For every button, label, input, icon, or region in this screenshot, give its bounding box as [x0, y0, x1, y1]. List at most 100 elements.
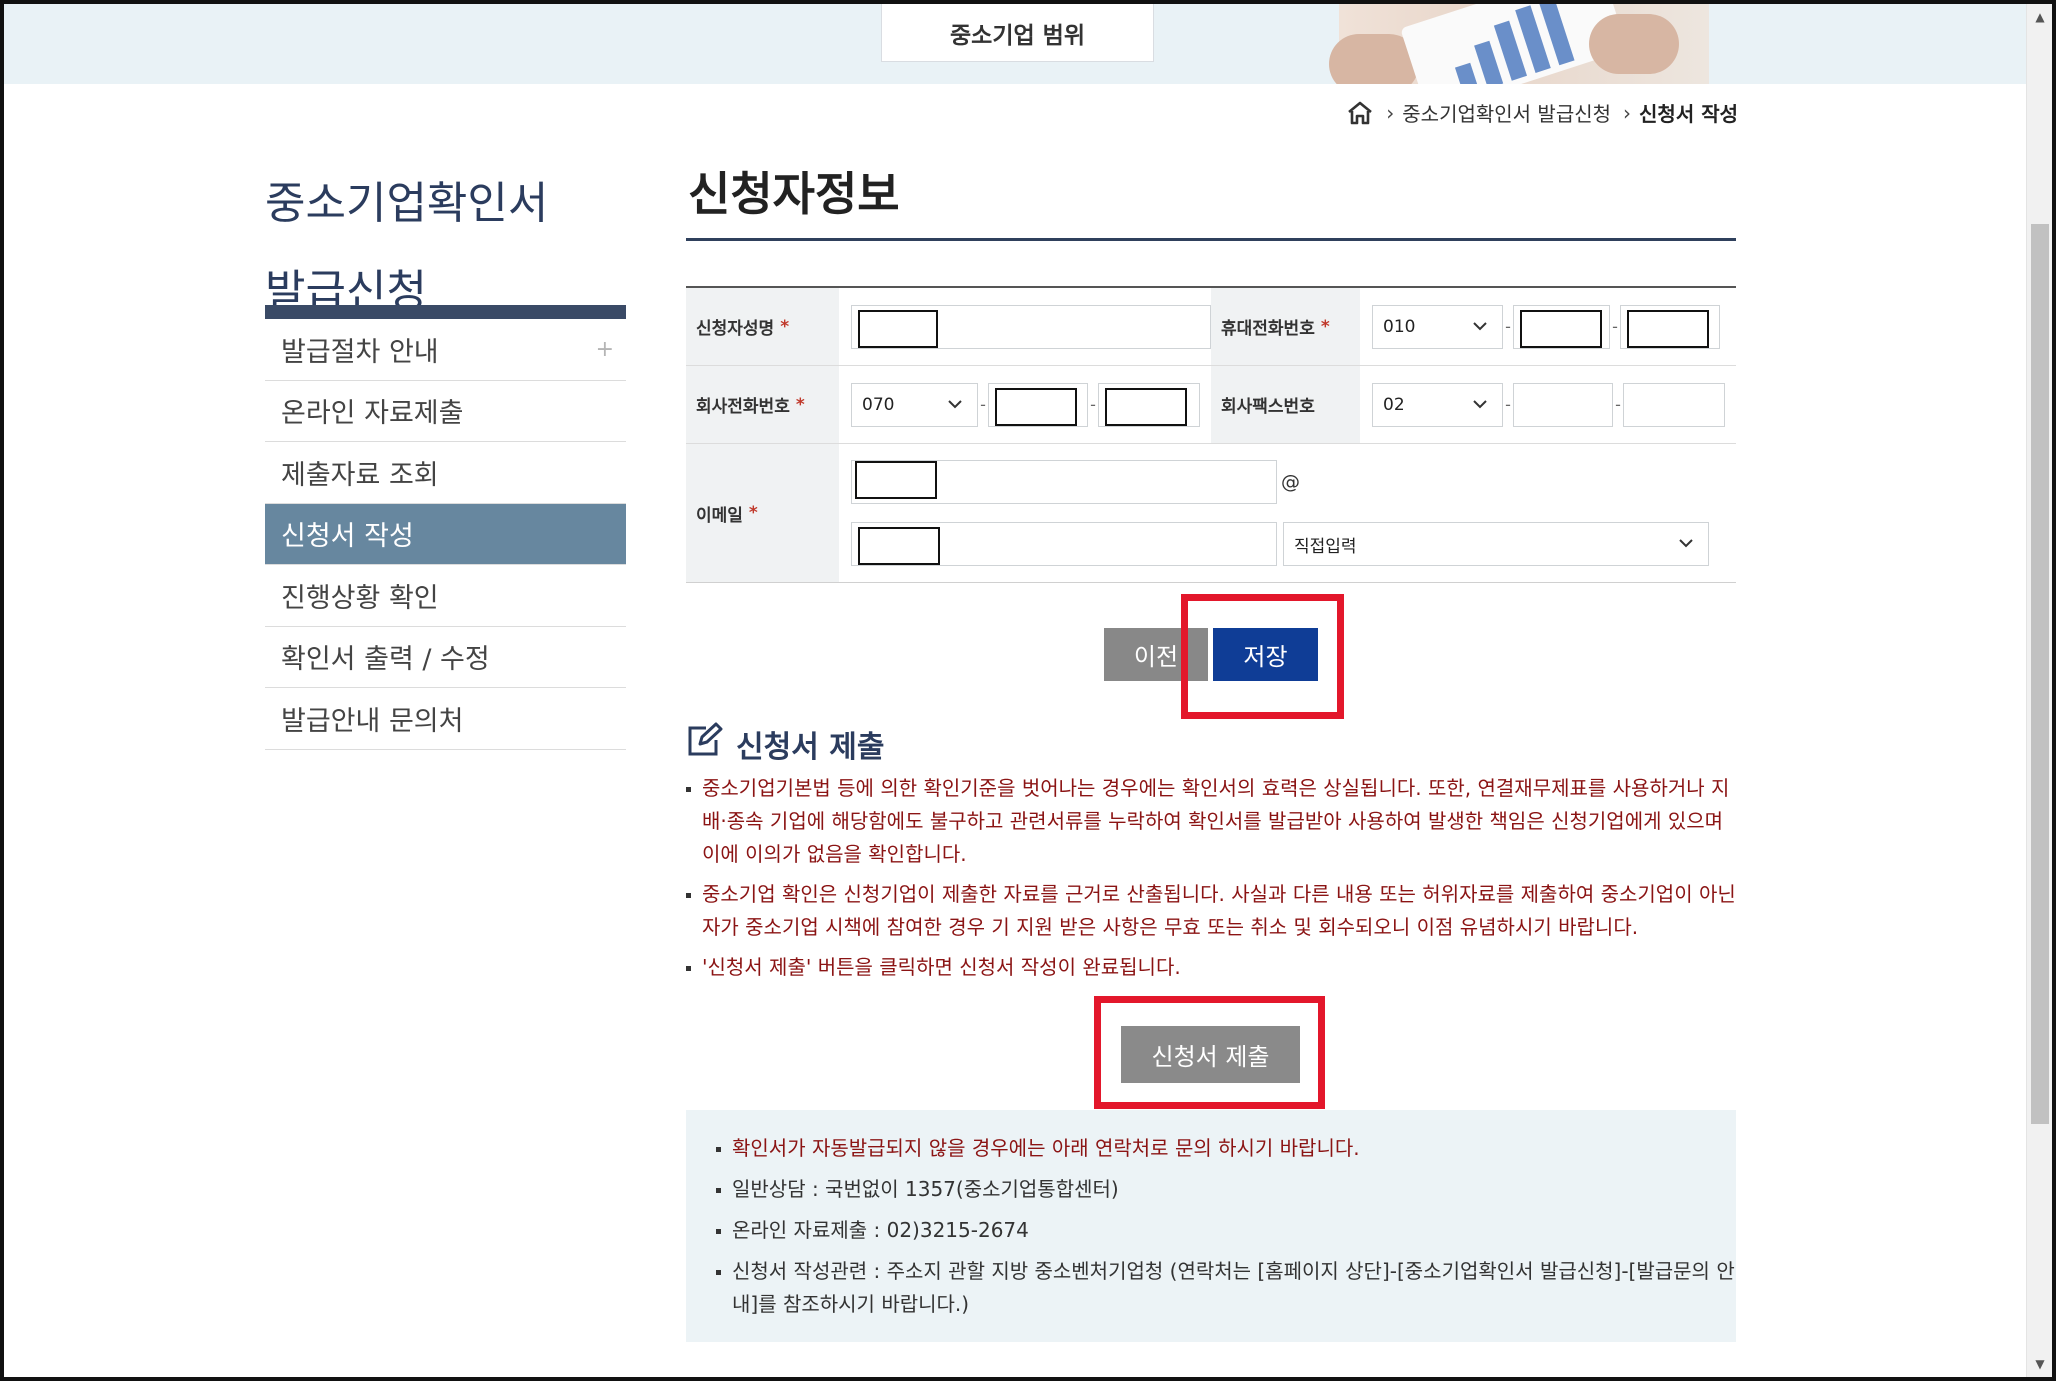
label-text: 회사팩스번호 — [1221, 397, 1315, 417]
save-highlight-box — [1181, 594, 1344, 719]
label-text: 신청자성명 — [696, 319, 775, 339]
sidebar-item-submission-inquiry[interactable]: 제출자료 조회 — [265, 442, 626, 504]
sidebar-item-label: 온라인 자료제출 — [281, 398, 464, 430]
contact-info-list: 확인서가 자동발급되지 않을 경우에는 아래 연락처로 문의 하시기 바랍니다.… — [716, 1132, 1736, 1321]
bar-graphic — [1474, 40, 1504, 84]
sidebar-item-label: 진행상황 확인 — [281, 582, 439, 614]
sidebar-item-contact[interactable]: 발급안내 문의처 — [265, 688, 626, 750]
note-item: 중소기업 확인은 신청기업이 제출한 자료를 근거로 산출됩니다. 사실과 다른… — [686, 878, 1736, 944]
redacted-box — [858, 309, 938, 348]
top-header: 중소기업 범위 — [4, 4, 2026, 84]
chevron-right-icon: › — [1623, 100, 1632, 125]
applicant-form: 신청자성명 * 휴대전화번호 * 010 - - 회사전화번호 * 070 - … — [686, 286, 1736, 583]
chevron-down-icon — [947, 394, 963, 419]
label-text: 회사전화번호 — [696, 397, 790, 417]
scroll-up-arrow-icon[interactable]: ▲ — [2027, 4, 2053, 30]
mobile-prefix-select[interactable]: 010 — [1372, 304, 1503, 349]
select-value: 010 — [1383, 316, 1416, 337]
email-domain-input[interactable] — [851, 522, 1277, 566]
company-fax-middle-input[interactable] — [1513, 382, 1613, 427]
redacted-box — [1627, 309, 1709, 348]
banner-image — [1329, 4, 1709, 84]
sidebar-item-print-edit[interactable]: 확인서 출력 / 수정 — [265, 627, 626, 688]
company-phone-last-input[interactable] — [1098, 382, 1200, 427]
sidebar-divider — [265, 305, 626, 319]
submit-highlight-box — [1094, 996, 1325, 1109]
home-icon[interactable] — [1346, 100, 1374, 126]
redacted-box — [855, 461, 937, 499]
required-mark: * — [748, 503, 758, 523]
company-fax-cell: 02 - - — [1360, 366, 1736, 443]
dash: - — [1505, 395, 1511, 414]
email-cell: @ 직접입력 — [839, 444, 1736, 582]
hand-graphic — [1589, 14, 1679, 74]
chevron-right-icon: › — [1386, 100, 1395, 125]
sidebar-item-label: 발급절차 안내 — [281, 336, 439, 368]
redacted-box — [995, 387, 1077, 426]
note-item: '신청서 제출' 버튼을 클릭하면 신청서 작성이 완료됩니다. — [686, 951, 1736, 984]
info-item: 신청서 작성관련 : 주소지 관할 지방 중소벤처기업청 (연락처는 [홈페이지… — [716, 1255, 1736, 1321]
select-value: 02 — [1383, 394, 1405, 415]
mobile-last-input[interactable] — [1620, 304, 1720, 349]
sidebar-item-label: 신청서 작성 — [281, 521, 414, 553]
redacted-box — [1520, 309, 1602, 348]
email-label: 이메일 * — [686, 444, 839, 582]
chevron-down-icon — [1472, 394, 1488, 419]
submit-notes: 중소기업기본법 등에 의한 확인기준을 벗어나는 경우에는 확인서의 효력은 상… — [686, 772, 1736, 991]
applicant-name-label: 신청자성명 * — [686, 288, 839, 365]
scroll-down-arrow-icon[interactable]: ▼ — [2027, 1351, 2053, 1377]
company-fax-last-input[interactable] — [1623, 382, 1725, 427]
sidebar-item-application-form[interactable]: 신청서 작성 — [265, 503, 626, 565]
redacted-box — [858, 527, 940, 565]
contact-info-box: 확인서가 자동발급되지 않을 경우에는 아래 연락처로 문의 하시기 바랍니다.… — [686, 1110, 1736, 1342]
dash: - — [980, 395, 986, 414]
info-item: 온라인 자료제출 : 02)3215-2674 — [716, 1214, 1736, 1247]
label-text: 이메일 — [696, 505, 743, 526]
mobile-label: 휴대전화번호 * — [1211, 288, 1360, 365]
mobile-cell: 010 - - — [1360, 288, 1736, 365]
vertical-scrollbar[interactable]: ▲ ▼ — [2026, 4, 2052, 1377]
submit-section-heading: 신청서 제출 — [686, 722, 884, 766]
submit-heading-text: 신청서 제출 — [736, 730, 885, 765]
sidebar-item-progress[interactable]: 진행상황 확인 — [265, 565, 626, 627]
sidebar-item-online-submission[interactable]: 온라인 자료제출 — [265, 381, 626, 442]
company-fax-prefix-select[interactable]: 02 — [1372, 382, 1503, 427]
page-title: 신청자정보 — [688, 167, 900, 221]
tab-sme-scope[interactable]: 중소기업 범위 — [881, 4, 1154, 62]
breadcrumb-link[interactable]: 중소기업확인서 발급신청 — [1402, 98, 1611, 127]
company-phone-cell: 070 - - — [839, 366, 1211, 443]
company-phone-middle-input[interactable] — [988, 382, 1088, 427]
breadcrumb-current: 신청서 작성 — [1639, 102, 1738, 126]
sidebar-title-line1: 중소기업확인서 — [265, 178, 549, 229]
sidebar-item-label: 발급안내 문의처 — [281, 705, 464, 737]
select-value: 직접입력 — [1294, 536, 1357, 557]
scroll-thumb[interactable] — [2031, 224, 2049, 1124]
required-mark: * — [780, 316, 790, 337]
info-item: 확인서가 자동발급되지 않을 경우에는 아래 연락처로 문의 하시기 바랍니다. — [716, 1132, 1736, 1165]
form-row: 회사전화번호 * 070 - - 회사팩스번호 02 - - — [686, 366, 1736, 444]
dash: - — [1090, 395, 1096, 414]
applicant-name-cell — [839, 288, 1211, 365]
email-domain-select[interactable]: 직접입력 — [1283, 522, 1709, 566]
sidebar-item-procedure[interactable]: 발급절차 안내 + — [265, 319, 626, 381]
label-text: 휴대전화번호 — [1221, 319, 1315, 339]
required-mark: * — [1320, 316, 1330, 337]
expand-plus-icon[interactable]: + — [596, 337, 614, 362]
dash: - — [1505, 317, 1511, 336]
dash: - — [1615, 395, 1621, 414]
chevron-down-icon — [1678, 533, 1694, 558]
form-row: 이메일 * @ 직접입력 — [686, 444, 1736, 582]
dash: - — [1612, 317, 1618, 336]
mobile-middle-input[interactable] — [1513, 304, 1610, 349]
breadcrumb: › 중소기업확인서 발급신청 › 신청서 작성 — [1346, 98, 1738, 127]
title-divider — [686, 238, 1736, 241]
email-domain-row: 직접입력 — [851, 522, 1709, 566]
note-item: 중소기업기본법 등에 의한 확인기준을 벗어나는 경우에는 확인서의 효력은 상… — [686, 772, 1736, 871]
chevron-down-icon — [1472, 316, 1488, 341]
applicant-name-input[interactable] — [851, 304, 1211, 349]
bar-graphic — [1454, 62, 1480, 84]
edit-icon — [686, 722, 724, 766]
email-local-row: @ — [851, 460, 1300, 504]
company-phone-prefix-select[interactable]: 070 — [851, 382, 978, 427]
email-local-input[interactable] — [851, 460, 1277, 504]
